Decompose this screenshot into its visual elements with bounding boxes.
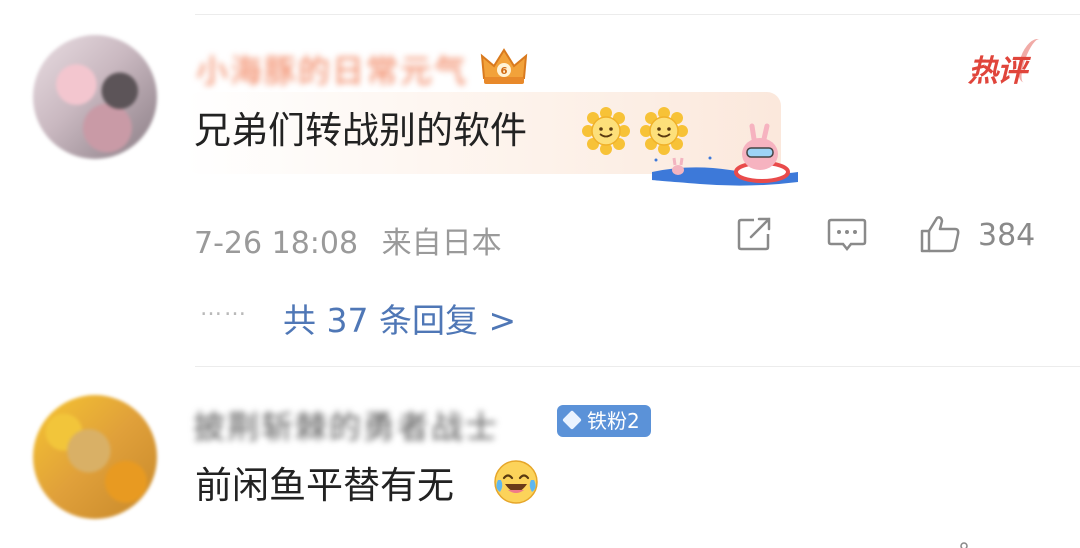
fan-level-badge: 铁粉2 [557,405,651,437]
username[interactable]: 小海豚的日常元气 [196,46,468,92]
avatar[interactable] [33,35,157,159]
diamond-icon [562,410,582,430]
crown-level-badge-icon: 6 [480,48,528,84]
hot-comment-badge: 热评 [968,46,1027,90]
top-divider [195,14,1080,15]
svg-text:6: 6 [501,66,508,77]
comment-meta: 7-26 18:08 来自日本 [194,218,516,262]
comment-icon[interactable] [826,214,868,254]
like-count: 384 [978,218,1036,253]
comment-time: 7-26 18:08 [194,226,359,261]
thumbs-up-icon[interactable] [918,214,962,254]
laughing-crying-emoji-icon [494,460,538,504]
fan-badge-label: 铁粉2 [587,409,640,433]
comment-divider [195,366,1080,367]
comment-location: 来自日本 [381,226,502,261]
avatar[interactable] [33,395,157,519]
share-icon[interactable] [734,214,774,254]
sun-smile-emoji-icon [582,107,630,155]
replies-dots: …… [200,296,248,321]
bunny-swim-ring-sticker-icon [651,123,798,186]
comment-text[interactable]: 兄弟们转战别的软件 [194,112,527,149]
corner-fragment-icon [960,542,968,548]
username[interactable]: 披荆斩棘的勇者战士 [193,402,499,448]
comment-text[interactable]: 前闲鱼平替有无 [195,467,454,504]
view-replies-link[interactable]: 共 37 条回复 > [283,294,516,342]
